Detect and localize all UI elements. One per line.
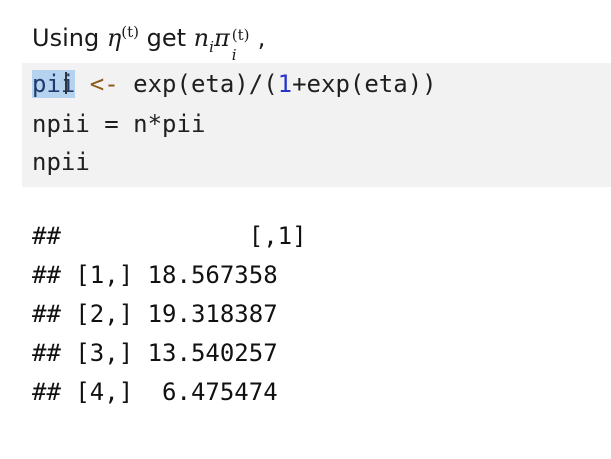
output-line-1: ## [1,] 18.567358 bbox=[32, 261, 278, 289]
prose-using: Using bbox=[32, 24, 100, 52]
eta-symbol: η bbox=[106, 24, 122, 52]
output-line-3: ## [3,] 13.540257 bbox=[32, 339, 278, 367]
output-line-4: ## [4,] 6.475474 bbox=[32, 378, 278, 406]
selected-text[interactable]: pii bbox=[32, 70, 76, 98]
code-expr-a: exp(eta)/( bbox=[133, 70, 278, 98]
prose-get: get bbox=[146, 24, 187, 52]
code-expr-b: +exp(eta)) bbox=[292, 70, 437, 98]
output-line-header: ## [,1] bbox=[32, 222, 307, 250]
assign-operator: <- bbox=[75, 70, 134, 98]
pi-indices: (t) i bbox=[230, 17, 258, 64]
code-line-1[interactable]: pii <- exp(eta)/(1+exp(eta)) bbox=[32, 65, 437, 103]
pi-symbol: π bbox=[213, 24, 230, 52]
code-number-literal: 1 bbox=[277, 70, 293, 98]
n-symbol: n bbox=[193, 24, 210, 52]
output-line-2: ## [2,] 19.318387 bbox=[32, 300, 278, 328]
eta-superscript: (t) bbox=[121, 23, 139, 41]
code-line-3[interactable]: npii bbox=[32, 143, 90, 181]
code-block[interactable]: pii <- exp(eta)/(1+exp(eta)) npii = n*pi… bbox=[22, 63, 611, 187]
code-line-2[interactable]: npii = n*pii bbox=[32, 105, 205, 143]
prose-comma: , bbox=[257, 24, 266, 52]
prose-sentence: Using η(t) get niπ (t) i, bbox=[32, 10, 265, 69]
